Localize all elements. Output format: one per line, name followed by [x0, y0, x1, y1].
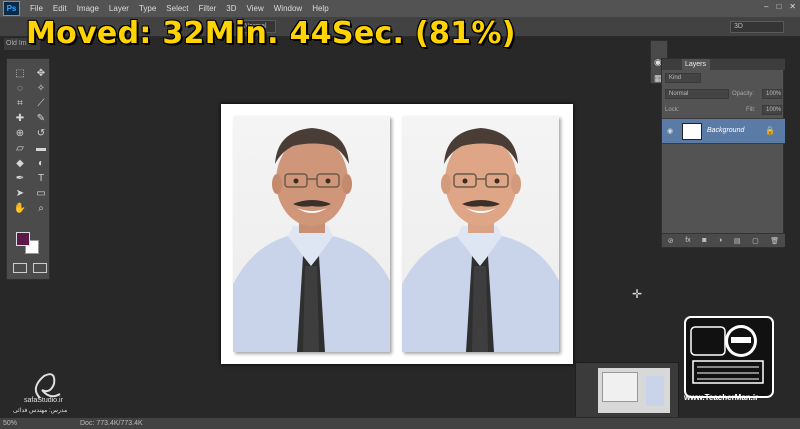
trash-icon[interactable]: 🗑 — [770, 237, 779, 245]
magic-wand-icon[interactable]: ✧ — [32, 82, 50, 95]
crop-icon[interactable]: ⌗ — [11, 97, 29, 110]
lock-label: Lock: — [665, 107, 680, 113]
kind-filter[interactable]: Kind — [665, 73, 701, 83]
portrait-left-art — [233, 128, 390, 352]
fill-input[interactable]: 100% — [762, 105, 782, 115]
close-button[interactable]: ✕ — [789, 2, 796, 11]
safastudio-credit: مدرس: مهندس فدائی — [13, 408, 68, 414]
menu-view[interactable]: View — [242, 4, 269, 13]
hand-icon[interactable]: ✋ — [11, 202, 29, 215]
layer-row-background[interactable]: ◉ Background 🔒 — [662, 118, 785, 144]
link-icon[interactable]: ⊘ — [668, 237, 674, 245]
type-icon[interactable]: T — [32, 172, 50, 185]
pen-icon[interactable]: ✒ — [11, 172, 29, 185]
quick-mask-icon[interactable] — [13, 263, 27, 273]
dodge-icon[interactable]: ◐ — [32, 157, 50, 170]
portrait-photo-left — [233, 116, 390, 352]
eyedropper-icon[interactable]: ⟋ — [32, 97, 50, 110]
visibility-eye-icon[interactable]: ◉ — [667, 127, 673, 135]
document-canvas[interactable] — [221, 104, 573, 364]
teacherman-logo — [684, 316, 774, 398]
healing-icon[interactable]: ✚ — [11, 112, 29, 125]
crosshair-cursor-icon: ✛ — [632, 287, 643, 301]
document-size: Doc: 773.4K/773.4K — [80, 420, 143, 427]
menu-select[interactable]: Select — [161, 4, 193, 13]
workspace-dropdown[interactable]: 3D — [730, 21, 784, 33]
fill-label: Fill: — [746, 107, 756, 113]
menu-type[interactable]: Type — [134, 4, 161, 13]
navigator-preview — [598, 368, 670, 413]
layer-name: Background — [707, 127, 745, 134]
menu-layer[interactable]: Layer — [104, 4, 134, 13]
foreground-color-swatch[interactable] — [16, 232, 30, 246]
folder-icon[interactable]: ▤ — [734, 237, 741, 245]
menu-filter[interactable]: Filter — [194, 4, 222, 13]
marquee-icon[interactable]: ⬚ — [11, 67, 29, 80]
clone-stamp-icon[interactable]: ⊕ — [11, 127, 29, 140]
maximize-button[interactable]: □ — [776, 2, 781, 11]
menu-help[interactable]: Help — [307, 4, 333, 13]
window-controls: – □ ✕ — [764, 2, 796, 11]
screen-mode-icon[interactable] — [33, 263, 47, 273]
history-brush-icon[interactable]: ↺ — [32, 127, 50, 140]
minimize-button[interactable]: – — [764, 2, 768, 11]
teacherman-url: www.TeacherMan.ir — [684, 393, 759, 402]
opacity-input[interactable]: 100% — [762, 89, 782, 99]
menu-edit[interactable]: Edit — [48, 4, 72, 13]
opacity-label: Opacity: — [732, 91, 755, 97]
path-select-icon[interactable]: ➤ — [11, 187, 29, 200]
menu-image[interactable]: Image — [72, 4, 104, 13]
menu-3d[interactable]: 3D — [221, 4, 241, 13]
lasso-icon[interactable]: ◌ — [11, 82, 29, 95]
menu-file[interactable]: File — [25, 4, 48, 13]
gradient-icon[interactable]: ▬ — [32, 142, 50, 155]
new-layer-icon[interactable]: ▢ — [752, 237, 759, 245]
photoshop-logo: Ps — [3, 1, 20, 16]
zoom-icon[interactable]: ⌕ — [32, 202, 50, 215]
zoom-level[interactable]: 50% — [3, 418, 17, 429]
menu-window[interactable]: Window — [269, 4, 307, 13]
eraser-icon[interactable]: ▱ — [11, 142, 29, 155]
layers-footer: ⊘ fx ◙ ◑ ▤ ▢ 🗑 — [662, 233, 785, 247]
brush-icon[interactable]: ✎ — [32, 112, 50, 125]
shape-icon[interactable]: ▭ — [32, 187, 50, 200]
lock-icon: 🔒 — [765, 126, 775, 135]
portrait-right-art — [402, 128, 559, 352]
tools-panel: ⬚ ✥ ◌ ✧ ⌗ ⟋ ✚ ✎ ⊕ ↺ ▱ ▬ ◆ ◐ ✒ T ➤ ▭ ✋ ⌕ — [6, 58, 50, 280]
menu-bar: Ps File Edit Image Layer Type Select Fil… — [0, 0, 800, 17]
move-icon[interactable]: ✥ — [32, 67, 50, 80]
fx-icon[interactable]: fx — [685, 237, 690, 244]
layer-thumbnail — [682, 123, 702, 140]
status-bar: 50% Doc: 773.4K/773.4K — [0, 417, 800, 429]
tools-grid: ⬚ ✥ ◌ ✧ ⌗ ⟋ ✚ ✎ ⊕ ↺ ▱ ▬ ◆ ◐ ✒ T ➤ ▭ ✋ ⌕ — [11, 67, 50, 215]
adjustment-icon[interactable]: ◑ — [718, 237, 722, 244]
safastudio-logo — [34, 373, 61, 399]
safastudio-name: safaStudio.ir — [24, 397, 63, 404]
tab-layers[interactable]: Layers — [682, 59, 710, 70]
blur-icon[interactable]: ◆ — [11, 157, 29, 170]
layers-tab-bar: Layers — [662, 59, 785, 70]
photoshop-window: Ps File Edit Image Layer Type Select Fil… — [0, 0, 800, 429]
portrait-photo-right — [402, 116, 559, 352]
navigator-thumbnail — [575, 362, 679, 421]
layers-panel: Layers Kind Normal Opacity: 100% Lock: F… — [661, 58, 785, 248]
mask-icon[interactable]: ◙ — [702, 237, 706, 244]
blend-mode-dropdown[interactable]: Normal — [665, 89, 729, 99]
overlay-title: Moved: 32Min. 44Sec. (81%) — [26, 16, 516, 51]
